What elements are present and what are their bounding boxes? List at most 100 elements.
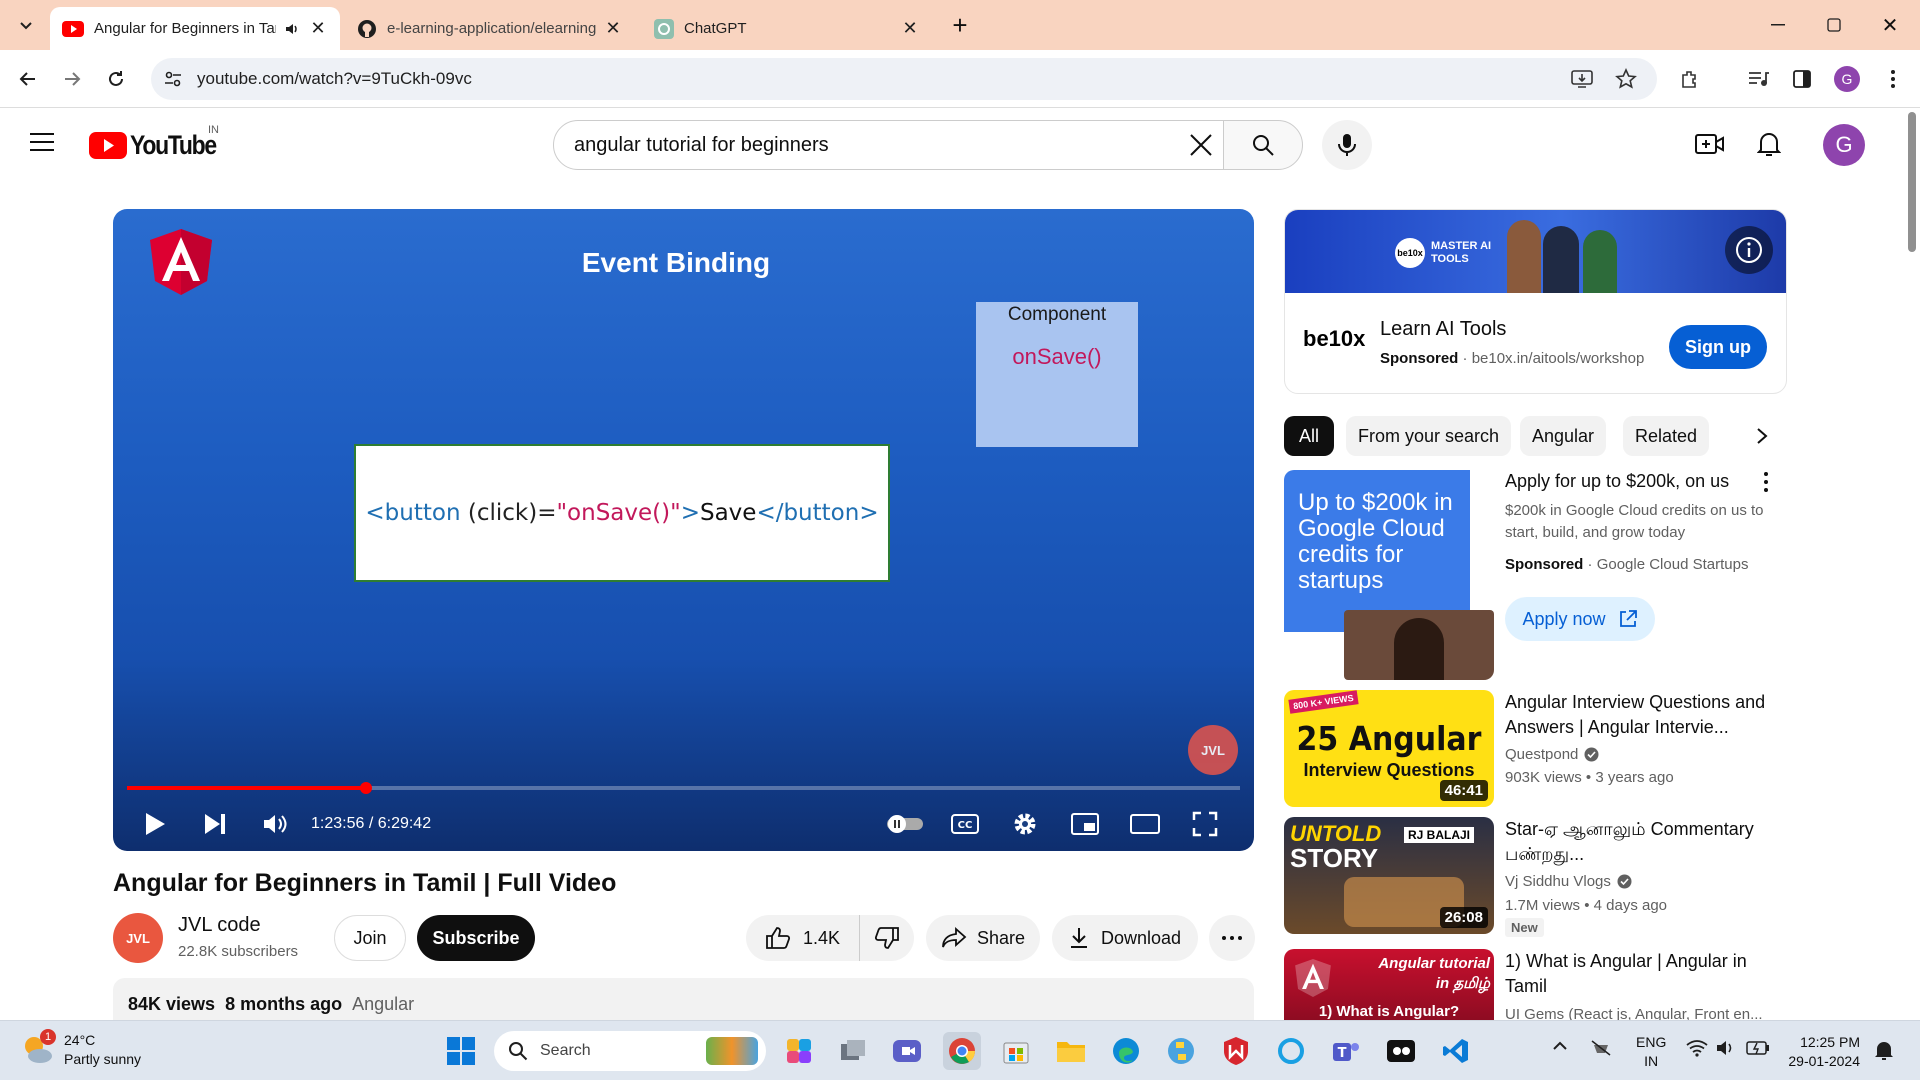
captions-button[interactable]: CC — [945, 799, 985, 849]
vscode-app-icon[interactable] — [1437, 1032, 1475, 1070]
battery-icon[interactable] — [1746, 1040, 1770, 1056]
share-button[interactable]: Share — [926, 915, 1040, 961]
tab-chatgpt[interactable]: ChatGPT ✕ — [642, 7, 932, 50]
video-player[interactable]: Event Binding Component onSave() <button… — [113, 209, 1254, 851]
voice-search-button[interactable] — [1322, 120, 1372, 170]
chip-all[interactable]: All — [1284, 416, 1334, 456]
fullscreen-button[interactable] — [1185, 799, 1225, 849]
like-button[interactable]: 1.4K — [746, 915, 860, 961]
search-button[interactable] — [1223, 120, 1303, 170]
clear-search-icon[interactable] — [1188, 132, 1214, 158]
download-button[interactable]: Download — [1052, 915, 1198, 961]
meet-app-icon[interactable] — [888, 1032, 926, 1070]
ad-info-button[interactable] — [1725, 226, 1773, 274]
video-tag[interactable]: Angular — [352, 994, 414, 1014]
side-panel-icon[interactable] — [1784, 61, 1820, 97]
teams-app-icon[interactable]: T — [1327, 1032, 1365, 1070]
related-title-1[interactable]: Angular Interview Questions and Answers … — [1505, 690, 1770, 740]
related-channel-2[interactable]: Vj Siddhu Vlogs — [1505, 873, 1632, 890]
tab-search-button[interactable] — [8, 7, 44, 43]
dislike-button[interactable] — [860, 915, 914, 961]
promo-menu-icon[interactable] — [1764, 472, 1768, 492]
autoplay-toggle[interactable] — [883, 799, 927, 849]
apply-now-button[interactable]: Apply now — [1505, 597, 1655, 641]
related-thumbnail-2[interactable]: UNTOLD STORY RJ BALAJI 26:08 — [1284, 817, 1494, 934]
progress-bar[interactable] — [127, 782, 1240, 794]
weather-widget[interactable]: 1 24°C Partly sunny — [20, 1029, 141, 1069]
task-view-icon[interactable] — [834, 1032, 872, 1070]
sponsored-ad-card[interactable]: be10x MASTER AI TOOLS be10x Learn AI Too… — [1284, 209, 1787, 394]
minimize-icon[interactable] — [1760, 7, 1796, 43]
speaker-icon[interactable] — [284, 21, 300, 37]
close-window-icon[interactable]: ✕ — [1872, 7, 1908, 43]
chrome-app-icon[interactable] — [943, 1032, 981, 1070]
play-button[interactable] — [135, 799, 175, 849]
volume-icon[interactable] — [1716, 1039, 1736, 1057]
page-scrollbar[interactable] — [1903, 108, 1920, 1020]
new-tab-button[interactable]: + — [942, 7, 978, 43]
mute-button[interactable] — [255, 799, 295, 849]
maximize-icon[interactable] — [1816, 7, 1852, 43]
channel-avatar[interactable]: JVL — [113, 913, 163, 963]
media-app-icon[interactable] — [1382, 1032, 1420, 1070]
related-thumbnail-3[interactable]: Angular tutorial in தமிழ் 1) What is Ang… — [1284, 949, 1494, 1020]
subscribe-button[interactable]: Subscribe — [417, 915, 535, 961]
show-hidden-icons[interactable] — [1552, 1041, 1568, 1051]
related-thumbnail-1[interactable]: 800 K+ VIEWS 25 Angular Interview Questi… — [1284, 690, 1494, 807]
edge-app-icon[interactable] — [1107, 1032, 1145, 1070]
language-indicator[interactable]: ENG IN — [1636, 1033, 1666, 1071]
network-status-icon[interactable] — [1590, 1039, 1612, 1057]
related-channel-1[interactable]: Questpond — [1505, 746, 1599, 763]
antivirus-app-icon[interactable] — [1217, 1032, 1255, 1070]
promo-title[interactable]: Apply for up to $200k, on us — [1505, 469, 1770, 494]
copilot-app-icon[interactable] — [780, 1032, 818, 1070]
media-control-icon[interactable] — [1740, 61, 1776, 97]
join-button[interactable]: Join — [334, 915, 406, 961]
extensions-icon[interactable] — [1672, 61, 1708, 97]
chip-from-your-search[interactable]: From your search — [1346, 416, 1512, 456]
browser-menu-icon[interactable] — [1875, 61, 1911, 97]
scrubber-handle[interactable] — [360, 782, 373, 794]
channel-name[interactable]: JVL code — [178, 914, 261, 937]
windows-start-icon[interactable] — [442, 1032, 480, 1070]
close-tab-icon[interactable]: ✕ — [900, 18, 920, 39]
scrollbar-thumb[interactable] — [1908, 112, 1916, 252]
more-actions-button[interactable] — [1209, 915, 1255, 961]
related-title-2[interactable]: Star-ஏ ஆனாலும் Commentary பண்றது... — [1505, 817, 1770, 867]
bookmark-star-icon[interactable] — [1615, 68, 1637, 90]
related-channel-3[interactable]: UI Gems (React js, Angular, Front en... — [1505, 1006, 1765, 1020]
taskbar-search-box[interactable]: Search — [494, 1031, 766, 1071]
channel-watermark[interactable]: JVL — [1188, 725, 1238, 775]
close-tab-icon[interactable]: ✕ — [308, 18, 328, 39]
python-app-icon[interactable] — [1162, 1032, 1200, 1070]
sign-up-button[interactable]: Sign up — [1669, 325, 1767, 369]
profile-avatar[interactable]: G — [1829, 61, 1865, 97]
promo-thumbnail[interactable]: Up to $200k in Google Cloud credits for … — [1284, 470, 1494, 680]
miniplayer-button[interactable] — [1065, 799, 1105, 849]
back-icon[interactable] — [10, 61, 46, 97]
forward-icon[interactable] — [54, 61, 90, 97]
create-video-icon[interactable] — [1695, 132, 1725, 156]
install-app-icon[interactable] — [1571, 69, 1593, 89]
notification-center-icon[interactable] — [1874, 1039, 1894, 1061]
hamburger-menu-icon[interactable] — [30, 132, 56, 152]
theater-mode-button[interactable] — [1125, 799, 1165, 849]
search-input[interactable] — [574, 133, 1134, 157]
notifications-bell-icon[interactable] — [1757, 130, 1781, 158]
site-info-icon[interactable] — [163, 69, 183, 89]
chips-next-button[interactable] — [1742, 416, 1782, 456]
chip-related[interactable]: Related — [1623, 416, 1710, 456]
system-clock[interactable]: 12:25 PM 29-01-2024 — [1780, 1033, 1860, 1071]
file-explorer-icon[interactable] — [1052, 1032, 1090, 1070]
wifi-icon[interactable] — [1686, 1039, 1708, 1057]
related-title-3[interactable]: 1) What is Angular | Angular in Tamil — [1505, 949, 1770, 999]
chip-angular[interactable]: Angular — [1520, 416, 1607, 456]
settings-button[interactable] — [1005, 799, 1045, 849]
cortana-app-icon[interactable] — [1272, 1032, 1310, 1070]
reload-icon[interactable] — [98, 61, 134, 97]
address-bar[interactable]: youtube.com/watch?v=9TuCkh-09vc — [151, 58, 1657, 100]
close-tab-icon[interactable]: ✕ — [603, 18, 623, 39]
next-button[interactable] — [195, 799, 235, 849]
tab-github[interactable]: e-learning-application/elearning ✕ — [345, 7, 635, 50]
tab-youtube[interactable]: Angular for Beginners in Tamil | Full Vi… — [50, 7, 340, 50]
